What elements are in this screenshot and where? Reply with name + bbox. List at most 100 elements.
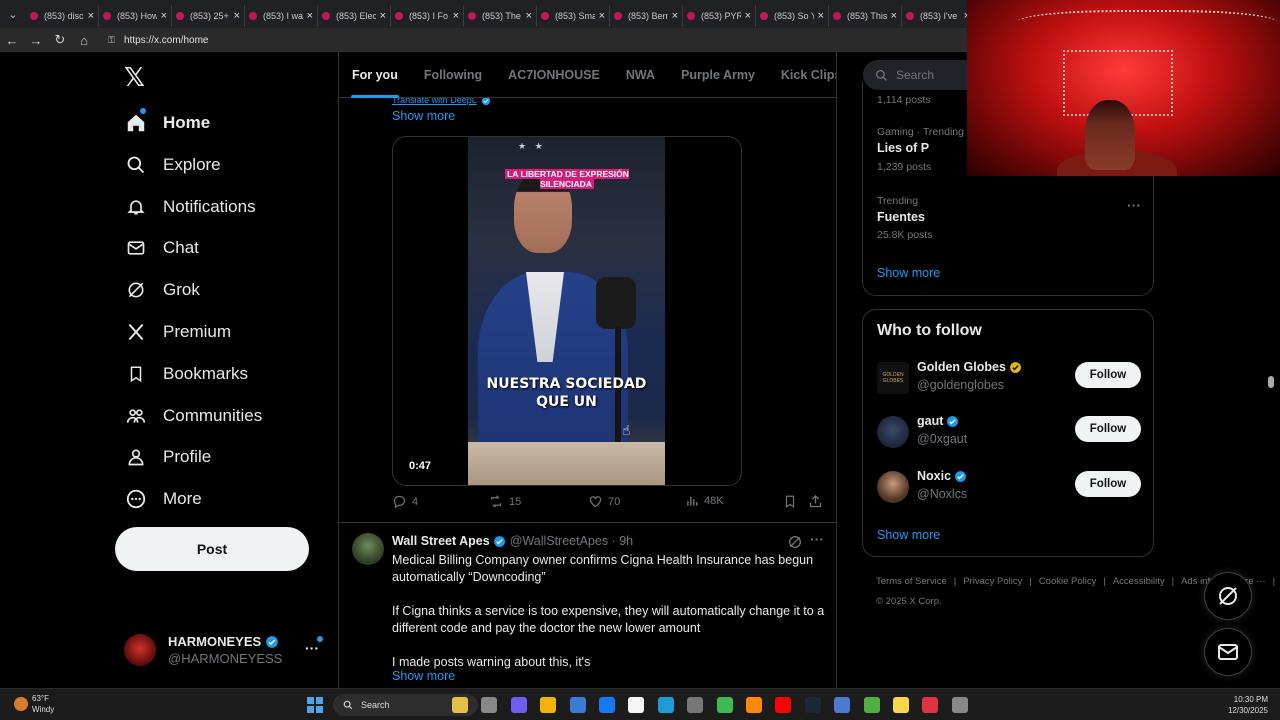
copilot-icon[interactable] bbox=[510, 697, 527, 713]
browser-tab[interactable]: (853) Sma × bbox=[537, 5, 610, 27]
footer-link[interactable]: Cookie Policy bbox=[1039, 576, 1097, 587]
browser-tab[interactable]: (853) I Fo × bbox=[391, 5, 464, 27]
feed-tab[interactable]: For you bbox=[339, 52, 411, 98]
post-button[interactable]: Post bbox=[115, 527, 309, 571]
youtube-icon[interactable] bbox=[775, 697, 792, 713]
tab-close-icon[interactable]: × bbox=[891, 10, 897, 22]
edge-icon[interactable] bbox=[657, 697, 674, 713]
back-icon[interactable]: ← bbox=[0, 33, 24, 48]
feed-tab[interactable]: Following bbox=[411, 52, 495, 98]
tweet[interactable]: Wall Street Apes @WallStreetApes · 9h ··… bbox=[339, 523, 836, 688]
url-field[interactable]: ⚿ https://x.com/home bbox=[104, 31, 964, 49]
tab-close-icon[interactable]: × bbox=[745, 10, 751, 22]
account-switcher[interactable]: HARMONEYES @HARMONEYESS ··· bbox=[124, 630, 329, 670]
nav-item-more[interactable]: More bbox=[124, 484, 202, 514]
tab-close-icon[interactable]: × bbox=[88, 10, 94, 22]
amazon-icon[interactable] bbox=[628, 697, 645, 713]
footer-link[interactable]: Privacy Policy bbox=[963, 576, 1022, 587]
follow-suggestion[interactable]: Noxic @Noxlcs Follow bbox=[877, 469, 1147, 509]
store-icon[interactable] bbox=[569, 697, 586, 713]
app-icon[interactable] bbox=[834, 697, 851, 713]
tab-close-icon[interactable]: × bbox=[380, 10, 386, 22]
scrollbar-thumb[interactable] bbox=[1268, 376, 1274, 388]
vlc-icon[interactable] bbox=[746, 697, 762, 713]
nav-item-premium[interactable]: Premium bbox=[124, 317, 231, 347]
tab-close-icon[interactable]: × bbox=[453, 10, 459, 22]
weather-widget[interactable]: 63°F Windy bbox=[14, 693, 54, 715]
tab-close-icon[interactable]: × bbox=[307, 10, 313, 22]
tab-close-icon[interactable]: × bbox=[526, 10, 532, 22]
tab-close-icon[interactable]: × bbox=[161, 10, 167, 22]
nav-item-grok[interactable]: Grok bbox=[124, 275, 200, 305]
follow-button[interactable]: Follow bbox=[1075, 362, 1141, 388]
browser-tab[interactable]: (853) The × bbox=[464, 5, 537, 27]
tab-close-icon[interactable]: × bbox=[672, 10, 678, 22]
nav-item-communities[interactable]: Communities bbox=[124, 401, 262, 431]
trend-more-icon[interactable]: ··· bbox=[1127, 197, 1141, 213]
feed-tab[interactable]: AC7IONHOUSE bbox=[495, 52, 613, 98]
windows-start-icon[interactable] bbox=[307, 697, 323, 713]
author-name[interactable]: Wall Street Apes bbox=[392, 534, 490, 548]
feed-tab[interactable]: Kick Clips bbox=[768, 52, 836, 98]
views-button[interactable]: 48K bbox=[685, 494, 724, 508]
site-info-icon[interactable]: ⚿ bbox=[108, 35, 120, 46]
x-logo-icon[interactable]: 𝕏 bbox=[124, 64, 150, 90]
trends-show-more[interactable]: Show more bbox=[877, 266, 940, 280]
steam-icon[interactable] bbox=[804, 697, 821, 713]
repost-button[interactable]: 15 bbox=[488, 494, 521, 509]
browser-tab[interactable]: (853) This × bbox=[829, 5, 902, 27]
xbox-icon[interactable] bbox=[863, 697, 880, 713]
bookmark-button[interactable] bbox=[783, 494, 802, 509]
task-view-icon[interactable] bbox=[481, 697, 498, 713]
browser-tab[interactable]: (853) I've× bbox=[902, 5, 975, 27]
follow-suggestion[interactable]: gaut @0xgaut Follow bbox=[877, 414, 1147, 454]
feed-tab[interactable]: Purple Army bbox=[668, 52, 768, 98]
nav-item-notifications[interactable]: Notifications bbox=[124, 192, 256, 222]
avatar[interactable] bbox=[352, 533, 384, 565]
tweet-more-icon[interactable]: ··· bbox=[810, 531, 824, 547]
nav-item-home[interactable]: Home bbox=[124, 108, 210, 138]
reload-icon[interactable]: ↻ bbox=[48, 32, 72, 48]
feed-tab[interactable]: NWA bbox=[613, 52, 668, 98]
files-icon[interactable] bbox=[452, 697, 468, 713]
footer-link[interactable]: Terms of Service bbox=[876, 576, 947, 587]
folder-icon[interactable] bbox=[540, 697, 557, 713]
tab-close-icon[interactable]: × bbox=[234, 10, 240, 22]
tab-close-icon[interactable]: × bbox=[818, 10, 824, 22]
share-button[interactable] bbox=[808, 494, 828, 509]
nav-item-explore[interactable]: Explore bbox=[124, 150, 221, 180]
footer-link[interactable]: © 2025 X Corp. bbox=[876, 596, 942, 607]
browser-tab[interactable]: (853) I wa × bbox=[245, 5, 318, 27]
browser-tab[interactable]: (853) So Y × bbox=[756, 5, 829, 27]
author-handle[interactable]: @WallStreetApes · 9h bbox=[510, 534, 633, 548]
grok-fab[interactable] bbox=[1204, 572, 1252, 620]
follow-button[interactable]: Follow bbox=[1075, 416, 1141, 442]
nav-item-bookmarks[interactable]: Bookmarks bbox=[124, 359, 248, 389]
video-player[interactable]: ★ ★ LA LIBERTAD DE EXPRESIÓN SILENCIADA … bbox=[392, 136, 742, 486]
show-more-link[interactable]: Show more bbox=[392, 669, 455, 683]
like-button[interactable]: 70 bbox=[588, 494, 620, 509]
chrome-icon[interactable] bbox=[716, 697, 733, 713]
browser-tab[interactable]: (853) 25+ × bbox=[172, 5, 245, 27]
nav-item-profile[interactable]: Profile bbox=[124, 442, 211, 472]
obs-icon[interactable] bbox=[951, 697, 968, 713]
account-more-icon[interactable]: ··· bbox=[305, 640, 319, 656]
who-to-follow-show-more[interactable]: Show more bbox=[877, 528, 940, 542]
snipping-icon[interactable] bbox=[922, 697, 939, 713]
follow-button[interactable]: Follow bbox=[1075, 471, 1141, 497]
nav-item-chat[interactable]: Chat bbox=[124, 233, 199, 263]
grok-icon[interactable] bbox=[787, 534, 803, 550]
show-more-link[interactable]: Show more bbox=[392, 109, 455, 123]
forward-icon[interactable]: → bbox=[24, 33, 48, 48]
browser-tab[interactable]: (853) PYR × bbox=[683, 5, 756, 27]
browser-tab[interactable]: (853) How × bbox=[99, 5, 172, 27]
calculator-icon[interactable] bbox=[687, 697, 704, 713]
browser-tab[interactable]: (853) Elec × bbox=[318, 5, 391, 27]
messages-fab[interactable] bbox=[1204, 628, 1252, 676]
browser-tab[interactable]: (853) disc × bbox=[26, 5, 99, 27]
home-page-icon[interactable]: ⌂ bbox=[72, 33, 96, 48]
reply-button[interactable]: 4 bbox=[392, 494, 418, 509]
browser-tab[interactable]: (853) Bern × bbox=[610, 5, 683, 27]
follow-suggestion[interactable]: GOLDEN GLOBES Golden Globes @goldenglobe… bbox=[877, 360, 1147, 400]
sticky-notes-icon[interactable] bbox=[893, 697, 909, 713]
